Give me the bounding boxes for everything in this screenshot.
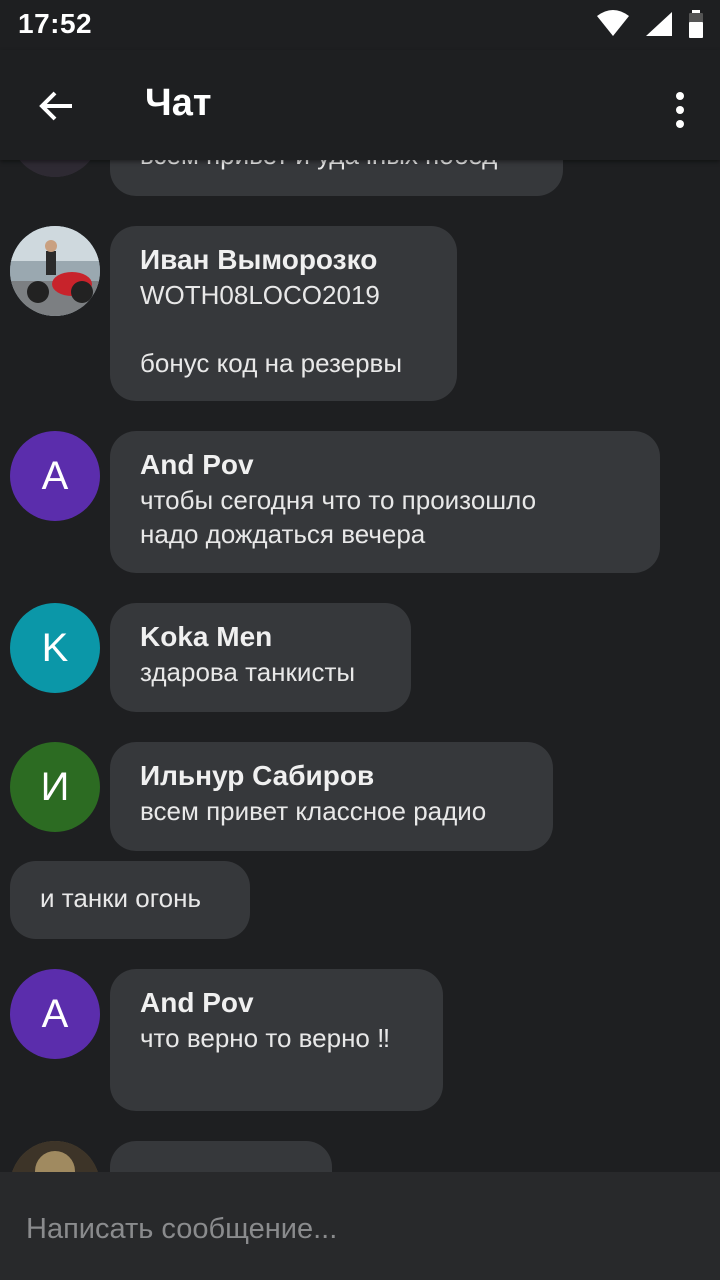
message-text: всем привет и удачных побед <box>140 160 533 172</box>
more-options-button[interactable] <box>660 80 700 140</box>
message-text: что верно то верно ‼ <box>140 1023 391 1053</box>
battery-icon <box>689 10 703 38</box>
user-avatar: K <box>10 603 100 693</box>
status-bar: 17:52 <box>0 0 720 50</box>
page-title: Чат <box>145 82 212 124</box>
status-icons <box>596 10 704 38</box>
message-bubble <box>110 1141 332 1172</box>
user-avatar <box>10 160 100 177</box>
message-bubble: Koka Men здарова танкисты <box>110 603 411 712</box>
message-text: всем привет классное радио <box>140 796 487 826</box>
sender-name: And Pov <box>140 987 254 1018</box>
user-avatar-photo <box>10 1141 100 1172</box>
message-bubble: And Pov чтобы сегодня что то произошло н… <box>110 431 660 573</box>
message-text: чтобы сегодня что то произошло надо дожд… <box>140 485 537 549</box>
sender-name: Ильнур Сабиров <box>140 760 375 791</box>
message-text: WOTH08LOCO2019 бонус код на резервы <box>140 280 403 378</box>
wifi-icon <box>597 10 629 36</box>
motorcycle-photo-icon <box>10 226 100 316</box>
avatar-initial: A <box>41 991 69 1036</box>
user-avatar: A <box>10 969 100 1059</box>
sender-name: Koka Men <box>140 621 273 652</box>
message-bubble: And Pov что верно то верно ‼ <box>110 969 443 1111</box>
message-bubble: Иван Выморозко WOTH08LOCO2019 бонус код … <box>110 226 457 401</box>
message-list[interactable]: всем привет и удачных побед Иван Вымороз… <box>0 160 720 1172</box>
sender-name: And Pov <box>140 449 254 480</box>
avatar-initial: K <box>41 625 69 670</box>
message-composer <box>0 1172 720 1280</box>
user-avatar: A <box>10 431 100 521</box>
back-button[interactable] <box>26 76 86 136</box>
more-vert-icon <box>676 92 684 128</box>
sender-name: Иван Выморозко <box>140 244 378 275</box>
message-bubble: всем привет и удачных побед <box>110 160 563 196</box>
message-text: и танки огонь <box>40 883 202 913</box>
avatar-initial: A <box>41 453 69 498</box>
message-input[interactable] <box>24 1200 688 1258</box>
avatar-initial: И <box>40 764 70 809</box>
signal-icon <box>646 12 672 36</box>
app-bar: Чат <box>0 50 720 160</box>
status-time: 17:52 <box>18 8 93 39</box>
message-bubble: Ильнур Сабиров всем привет классное ради… <box>110 742 553 851</box>
arrow-back-icon <box>39 91 72 121</box>
message-bubble: и танки огонь <box>10 861 250 939</box>
user-avatar: И <box>10 742 100 832</box>
user-avatar-photo <box>10 226 100 316</box>
message-text: здарова танкисты <box>140 657 356 687</box>
